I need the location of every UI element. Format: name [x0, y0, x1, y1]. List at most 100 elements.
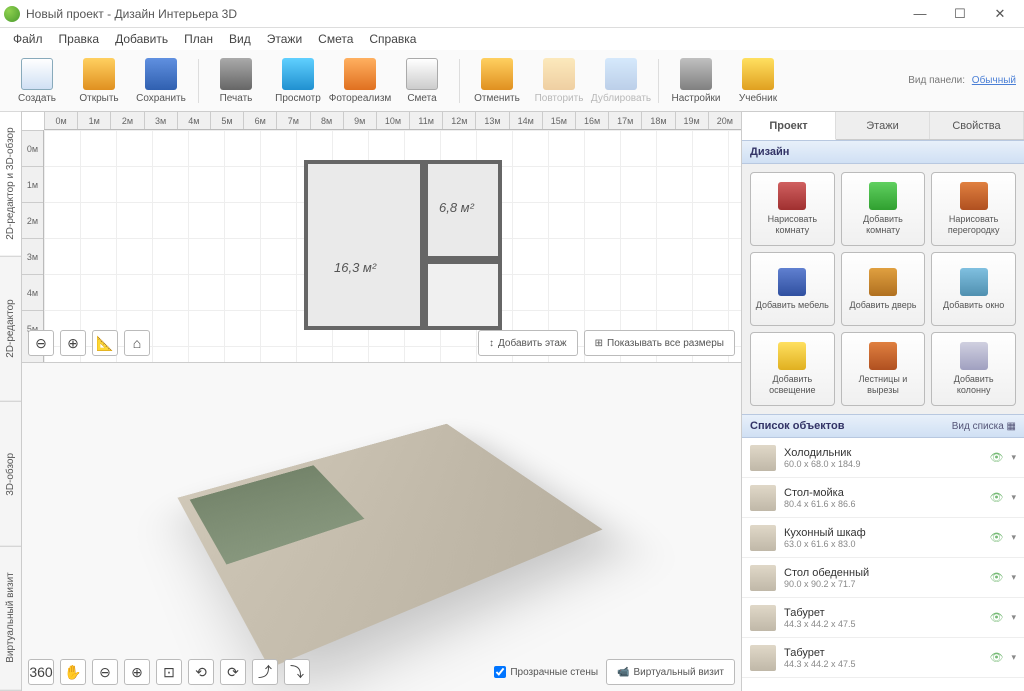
zoom-out-3d-button[interactable]: ⊖	[92, 659, 118, 685]
menu-edit[interactable]: Правка	[52, 30, 107, 48]
design-btn-7[interactable]: Лестницы и вырезы	[841, 332, 926, 406]
design-label: Добавить комнату	[846, 214, 921, 236]
save-button[interactable]: Сохранить	[132, 56, 190, 106]
maximize-button[interactable]: ☐	[940, 0, 980, 28]
undo-button[interactable]: Отменить	[468, 56, 526, 106]
design-icon	[778, 268, 806, 296]
room-1[interactable]	[304, 160, 424, 330]
chevron-down-icon[interactable]: ▾	[1011, 572, 1016, 583]
duplicate-button[interactable]: Дублировать	[592, 56, 650, 106]
chevron-down-icon[interactable]: ▾	[1011, 532, 1016, 543]
photo-icon	[344, 58, 376, 90]
visibility-icon[interactable]: 👁	[990, 491, 1004, 504]
design-section-header: Дизайн	[742, 140, 1024, 164]
design-btn-5[interactable]: Добавить окно	[931, 252, 1016, 326]
design-btn-3[interactable]: Добавить мебель	[750, 252, 835, 326]
add-floor-button[interactable]: ↕ Добавить этаж	[478, 330, 578, 356]
design-icon	[778, 182, 806, 210]
zoom-in-3d-button[interactable]: ⊕	[124, 659, 150, 685]
design-btn-4[interactable]: Добавить дверь	[841, 252, 926, 326]
design-btn-0[interactable]: Нарисовать комнату	[750, 172, 835, 246]
render-3d-canvas[interactable]	[177, 424, 602, 668]
visibility-icon[interactable]: 👁	[990, 611, 1004, 624]
chevron-down-icon[interactable]: ▾	[1011, 492, 1016, 503]
print-icon	[220, 58, 252, 90]
duplicate-icon	[605, 58, 637, 90]
object-name: Холодильник	[784, 447, 982, 459]
room-1-label: 16,3 м²	[334, 260, 376, 275]
design-btn-8[interactable]: Добавить колонну	[931, 332, 1016, 406]
visibility-icon[interactable]: 👁	[990, 571, 1004, 584]
list-item[interactable]: Табурет44.3 x 44.2 x 47.5👁▾	[742, 638, 1024, 678]
virtual-visit-button[interactable]: 📹 Виртуальный визит	[606, 659, 735, 685]
photorealism-button[interactable]: Фотореализм	[331, 56, 389, 106]
tilt-down-button[interactable]: ⤵	[284, 659, 310, 685]
panel-view-link[interactable]: Обычный	[972, 75, 1016, 86]
tab-floors[interactable]: Этажи	[836, 112, 930, 139]
list-item[interactable]: Стол обеденный90.0 x 90.2 x 71.7👁▾	[742, 558, 1024, 598]
minimize-button[interactable]: —	[900, 0, 940, 28]
design-btn-2[interactable]: Нарисовать перегородку	[931, 172, 1016, 246]
zoom-out-button[interactable]: ⊖	[28, 330, 54, 356]
tab-virtual-visit[interactable]: Виртуальный визит	[0, 546, 21, 691]
home-button[interactable]: ⌂	[124, 330, 150, 356]
tab-2d-3d-combined[interactable]: 2D-редактор и 3D-обзор	[0, 112, 21, 257]
view-2d[interactable]: 0м1м2м3м4м5м6м7м8м9м10м11м12м13м14м15м16…	[22, 112, 741, 362]
design-btn-1[interactable]: Добавить комнату	[841, 172, 926, 246]
list-item[interactable]: Табурет44.3 x 44.2 x 47.5👁▾	[742, 598, 1024, 638]
menu-estimate[interactable]: Смета	[311, 30, 360, 48]
menu-file[interactable]: Файл	[6, 30, 50, 48]
transparent-walls-checkbox[interactable]: Прозрачные стены	[494, 666, 598, 678]
menu-help[interactable]: Справка	[362, 30, 423, 48]
list-view-toggle[interactable]: Вид списка ▦	[952, 421, 1016, 432]
list-item[interactable]: Стол-мойка80.4 x 61.6 x 86.6👁▾	[742, 478, 1024, 518]
design-icon	[778, 342, 806, 370]
object-size: 90.0 x 90.2 x 71.7	[784, 579, 982, 589]
close-button[interactable]: ✕	[980, 0, 1020, 28]
room-3[interactable]	[424, 260, 502, 330]
create-button[interactable]: Создать	[8, 56, 66, 106]
preview-button[interactable]: Просмотр	[269, 56, 327, 106]
open-button[interactable]: Открыть	[70, 56, 128, 106]
chevron-down-icon[interactable]: ▾	[1011, 612, 1016, 623]
list-item[interactable]: Холодильник60.0 x 68.0 x 184.9👁▾	[742, 438, 1024, 478]
chevron-down-icon[interactable]: ▾	[1011, 452, 1016, 463]
view-3d[interactable]: 360 ✋ ⊖ ⊕ ⊡ ⟲ ⟳ ⤴ ⤵ Прозрачные стены 📹 В…	[22, 362, 741, 691]
object-thumbnail	[750, 445, 776, 471]
design-label: Нарисовать перегородку	[936, 214, 1011, 236]
rotate-left-button[interactable]: ⟲	[188, 659, 214, 685]
menu-plan[interactable]: План	[177, 30, 220, 48]
settings-button[interactable]: Настройки	[667, 56, 725, 106]
tilt-up-button[interactable]: ⤴	[252, 659, 278, 685]
tutorial-button[interactable]: Учебник	[729, 56, 787, 106]
pan-button[interactable]: ✋	[60, 659, 86, 685]
design-grid: Нарисовать комнату Добавить комнату Нарисо…	[742, 164, 1024, 414]
menu-add[interactable]: Добавить	[108, 30, 175, 48]
tab-3d-view[interactable]: 3D-обзор	[0, 402, 21, 547]
tab-properties[interactable]: Свойства	[930, 112, 1024, 139]
visibility-icon[interactable]: 👁	[990, 651, 1004, 664]
visibility-icon[interactable]: 👁	[990, 531, 1004, 544]
visibility-icon[interactable]: 👁	[990, 451, 1004, 464]
object-name: Стол-мойка	[784, 487, 982, 499]
estimate-button[interactable]: Смета	[393, 56, 451, 106]
tab-project[interactable]: Проект	[742, 112, 836, 140]
floorplan[interactable]: 16,3 м² 6,8 м²	[304, 160, 504, 340]
measure-button[interactable]: 📐	[92, 330, 118, 356]
fit-button[interactable]: ⊡	[156, 659, 182, 685]
menu-floors[interactable]: Этажи	[260, 30, 309, 48]
chevron-down-icon[interactable]: ▾	[1011, 652, 1016, 663]
print-button[interactable]: Печать	[207, 56, 265, 106]
redo-button[interactable]: Повторить	[530, 56, 588, 106]
design-btn-6[interactable]: Добавить освещение	[750, 332, 835, 406]
rotate-360-button[interactable]: 360	[28, 659, 54, 685]
menu-view[interactable]: Вид	[222, 30, 258, 48]
design-icon	[960, 268, 988, 296]
zoom-in-button[interactable]: ⊕	[60, 330, 86, 356]
rotate-right-button[interactable]: ⟳	[220, 659, 246, 685]
tab-2d-editor[interactable]: 2D-редактор	[0, 257, 21, 402]
object-size: 44.3 x 44.2 x 47.5	[784, 659, 982, 669]
list-item[interactable]: Кухонный шкаф63.0 x 61.6 x 83.0👁▾	[742, 518, 1024, 558]
show-dimensions-button[interactable]: ⊞ Показывать все размеры	[584, 330, 735, 356]
grid-canvas[interactable]: 16,3 м² 6,8 м²	[44, 130, 741, 362]
